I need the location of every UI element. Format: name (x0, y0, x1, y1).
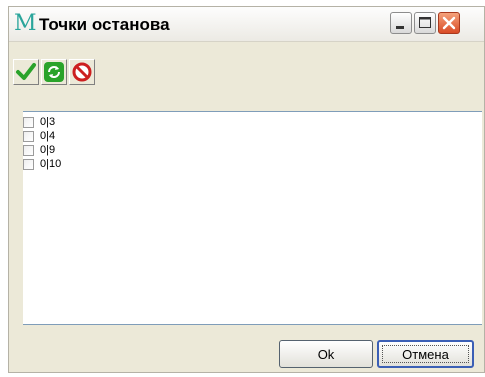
window-title: Точки останова (39, 15, 170, 34)
breakpoint-label: 0|10 (40, 158, 62, 170)
refresh-button[interactable] (41, 59, 67, 85)
cancel-button[interactable]: Отмена (377, 340, 474, 368)
close-button[interactable] (438, 12, 460, 34)
list-item[interactable]: 0|3 (23, 115, 55, 129)
focus-rectangle (382, 345, 469, 363)
list-item[interactable]: 0|9 (23, 143, 55, 157)
maximize-icon (419, 17, 431, 28)
maximize-button[interactable] (414, 12, 436, 34)
breakpoint-label: 0|4 (40, 130, 56, 142)
breakpoint-checkbox[interactable] (23, 144, 34, 156)
list-item[interactable]: 0|10 (23, 157, 61, 171)
refresh-icon (44, 62, 64, 82)
breakpoint-checkbox[interactable] (23, 116, 34, 128)
breakpoints-dialog: M Точки останова 0|3 0|4 0|9 0|10 Ok Отм… (8, 6, 485, 373)
breakpoints-list[interactable]: 0|3 0|4 0|9 0|10 (23, 111, 482, 325)
toolbar (13, 59, 95, 85)
minimize-button[interactable] (390, 12, 412, 34)
list-item[interactable]: 0|4 (23, 129, 55, 143)
app-icon: M (14, 11, 37, 36)
close-icon (442, 16, 456, 30)
ok-button[interactable]: Ok (279, 340, 373, 368)
title-bar[interactable]: M Точки останова (9, 7, 484, 42)
select-all-button[interactable] (13, 59, 39, 85)
clear-button[interactable] (69, 59, 95, 85)
breakpoint-label: 0|3 (40, 116, 56, 128)
check-icon (16, 63, 36, 80)
minimize-icon (396, 26, 404, 29)
breakpoint-checkbox[interactable] (23, 130, 34, 142)
breakpoint-checkbox[interactable] (23, 158, 34, 170)
breakpoint-label: 0|9 (40, 144, 56, 156)
no-entry-icon (72, 62, 92, 82)
